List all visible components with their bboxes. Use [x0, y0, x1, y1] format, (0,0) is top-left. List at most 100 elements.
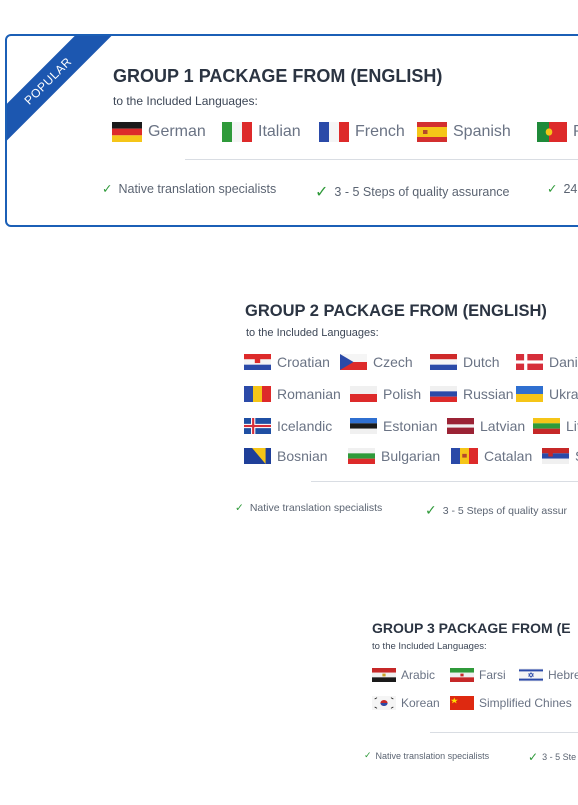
lang-latvian[interactable]: Latvian — [447, 418, 525, 434]
check-icon: ✓ — [425, 502, 437, 518]
lang-label: Icelandic — [277, 418, 333, 434]
iran-flag-icon — [450, 668, 474, 682]
lang-label: Korean — [401, 696, 440, 710]
lang-ukrainian[interactable]: Ukra — [516, 386, 578, 402]
spain-flag-icon — [417, 122, 447, 142]
group2-feature: ✓ 3 - 5 Steps of quality assur — [425, 502, 568, 518]
lang-farsi[interactable]: Farsi — [450, 668, 506, 682]
andorra-flag-icon — [451, 448, 478, 464]
lang-label: Spanish — [453, 123, 511, 140]
lang-label: Lit — [566, 418, 578, 434]
group1-feature: ✓ Native translation specialists — [102, 181, 277, 197]
italy-flag-icon — [222, 122, 252, 142]
check-icon: ✓ — [235, 502, 244, 514]
russia-flag-icon — [430, 386, 457, 402]
lang-label: Ukra — [549, 386, 578, 402]
denmark-flag-icon — [516, 354, 543, 370]
check-icon: ✓ — [547, 182, 558, 196]
lang-bosnian[interactable]: Bosnian — [244, 448, 328, 464]
romania-flag-icon — [244, 386, 271, 402]
lang-catalan[interactable]: Catalan — [451, 448, 532, 464]
lang-label: Czech — [373, 354, 413, 370]
lang-lithuanian[interactable]: Lit — [533, 418, 578, 434]
lang-label: Hebre — [548, 668, 578, 682]
portugal-flag-icon — [537, 122, 567, 142]
lang-russian[interactable]: Russian — [430, 386, 514, 402]
lang-croatian[interactable]: Croatian — [244, 354, 330, 370]
lang-label: Simplified Chines — [479, 696, 572, 710]
lithuania-flag-icon — [533, 418, 560, 434]
lang-label: German — [148, 123, 206, 140]
lang-label: Estonian — [383, 418, 438, 434]
check-icon: ✓ — [315, 184, 329, 201]
group2-subtitle: to the Included Languages: — [246, 327, 379, 339]
lang-label: Farsi — [479, 668, 506, 682]
lang-bulgarian[interactable]: Bulgarian — [348, 448, 440, 464]
group1-feature: ✓ 3 - 5 Steps of quality assurance — [315, 184, 510, 201]
korea-flag-icon — [372, 696, 396, 710]
bosnia-flag-icon — [244, 448, 271, 464]
lang-label: Romanian — [277, 386, 341, 402]
group2-title: GROUP 2 PACKAGE FROM (ENGLISH) — [245, 302, 547, 320]
lang-label: Croatian — [277, 354, 330, 370]
egypt-flag-icon — [372, 668, 396, 682]
lang-label: French — [355, 123, 405, 140]
lang-icelandic[interactable]: Icelandic — [244, 418, 332, 434]
lang-arabic[interactable]: Arabic — [372, 668, 435, 682]
bulgaria-flag-icon — [348, 448, 375, 464]
iceland-flag-icon — [244, 418, 271, 434]
group3-feature: ✓ 3 - 5 Ste — [528, 750, 577, 764]
lang-estonian[interactable]: Estonian — [350, 418, 437, 434]
lang-hebrew[interactable]: Hebre — [519, 668, 578, 682]
latvia-flag-icon — [447, 418, 474, 434]
group3-divider — [430, 732, 578, 733]
lang-label: Arabic — [401, 668, 436, 682]
lang-dutch[interactable]: Dutch — [430, 354, 500, 370]
lang-label: Bosnian — [277, 448, 328, 464]
netherlands-flag-icon — [430, 354, 457, 370]
lang-serbian[interactable]: S — [542, 448, 578, 464]
lang-label: Polish — [383, 386, 422, 402]
lang-korean[interactable]: Korean — [372, 696, 440, 710]
group3-feature: ✓ Native translation specialists — [364, 750, 490, 761]
czech-flag-icon — [340, 354, 367, 370]
lang-label: P — [573, 123, 578, 141]
lang-italian[interactable]: Italian — [222, 122, 301, 142]
lang-label: Catalan — [484, 448, 533, 464]
lang-label: Latvian — [480, 418, 526, 434]
group2-divider — [311, 481, 578, 482]
croatia-flag-icon — [244, 354, 271, 370]
lang-danish[interactable]: Dani — [516, 354, 578, 370]
lang-label: Dani — [549, 354, 578, 370]
serbia-flag-icon — [542, 448, 569, 464]
lang-polish[interactable]: Polish — [350, 386, 421, 402]
estonia-flag-icon — [350, 418, 377, 434]
lang-label: Italian — [258, 123, 301, 140]
check-icon: ✓ — [528, 750, 539, 764]
check-icon: ✓ — [364, 750, 372, 760]
lang-czech[interactable]: Czech — [340, 354, 413, 370]
france-flag-icon — [319, 122, 349, 142]
group2-feature: ✓ Native translation specialists — [235, 502, 383, 514]
lang-french[interactable]: French — [319, 122, 405, 142]
poland-flag-icon — [350, 386, 377, 402]
lang-romanian[interactable]: Romanian — [244, 386, 341, 402]
group1-divider — [185, 159, 578, 160]
lang-simplified-chinese[interactable]: Simplified Chines — [450, 696, 572, 710]
lang-spanish[interactable]: Spanish — [417, 122, 511, 142]
lang-portuguese[interactable]: P — [537, 122, 578, 142]
lang-label: Bulgarian — [381, 448, 441, 464]
group3-title: GROUP 3 PACKAGE FROM (E — [372, 620, 571, 636]
group1-feature: ✓ 24 — [547, 181, 578, 197]
israel-flag-icon — [519, 668, 543, 682]
check-icon: ✓ — [102, 182, 113, 196]
popular-badge: POPULAR — [7, 36, 118, 151]
china-flag-icon — [450, 696, 474, 710]
lang-german[interactable]: German — [112, 122, 206, 142]
ukraine-flag-icon — [516, 386, 543, 402]
group3-subtitle: to the Included Languages: — [372, 641, 487, 652]
group1-title: GROUP 1 PACKAGE FROM (ENGLISH) — [113, 66, 443, 86]
group1-subtitle: to the Included Languages: — [113, 94, 258, 108]
germany-flag-icon — [112, 122, 142, 142]
lang-label: Russian — [463, 386, 514, 402]
